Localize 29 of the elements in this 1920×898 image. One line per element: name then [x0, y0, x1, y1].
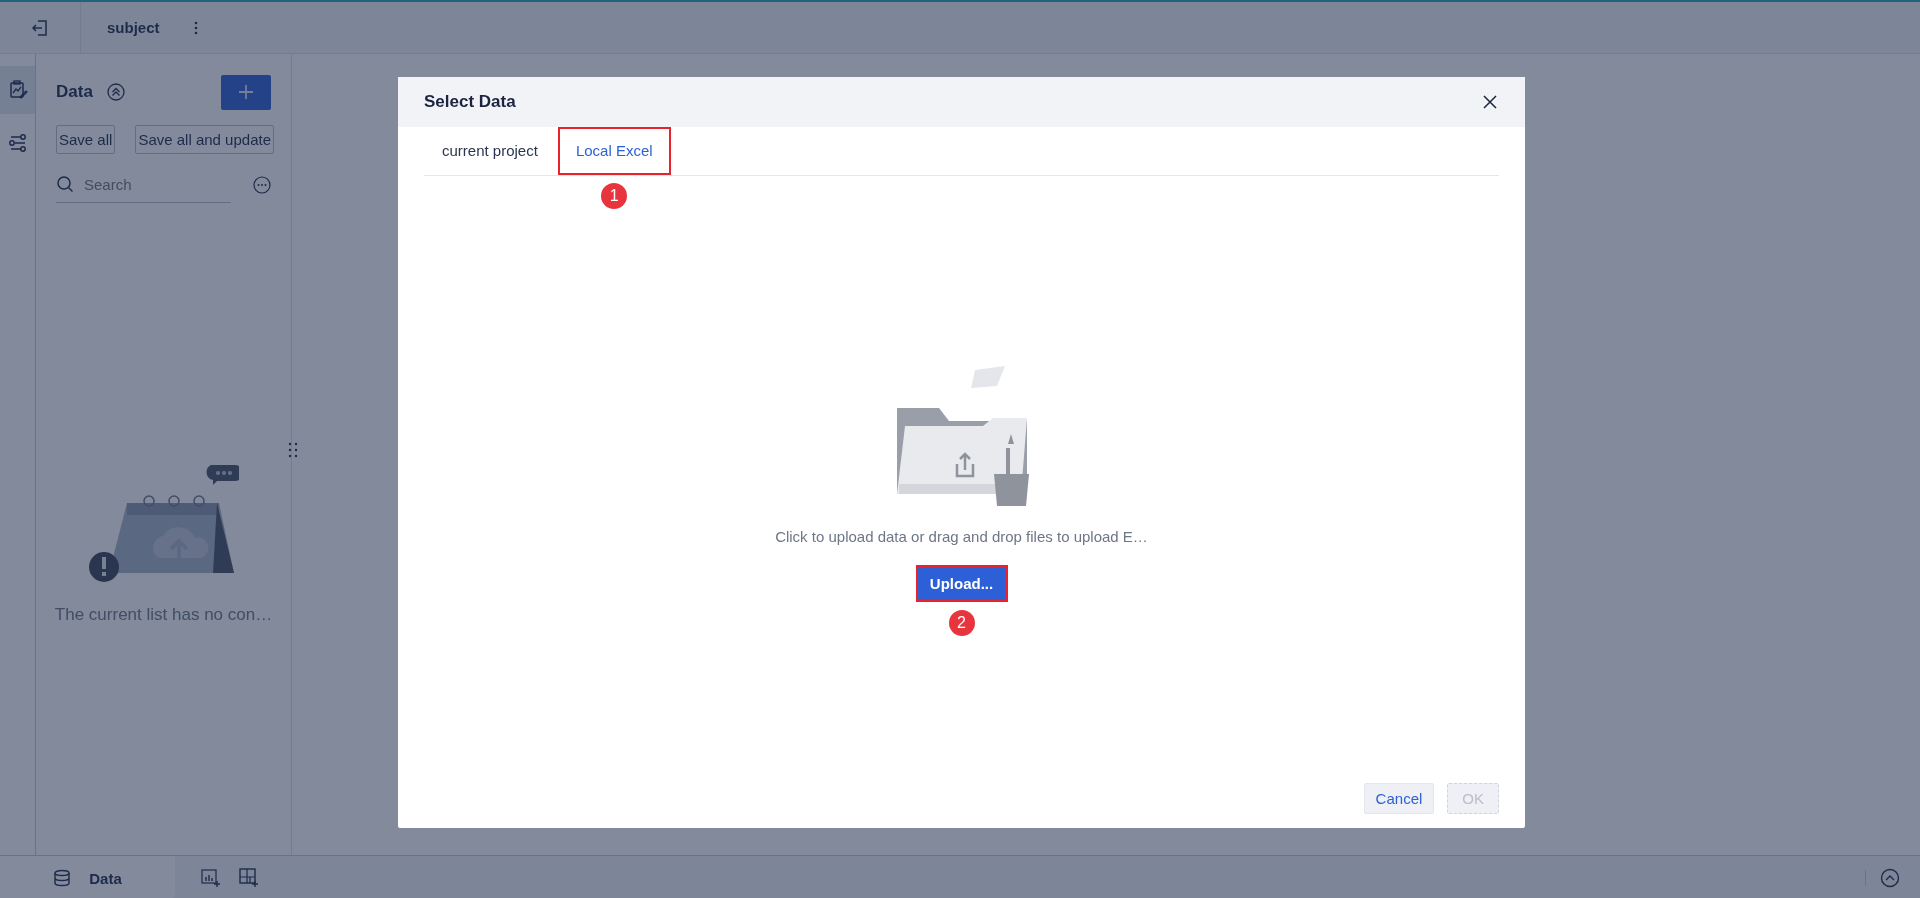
- exit-icon[interactable]: [31, 18, 49, 37]
- data-tab[interactable]: Data: [0, 856, 175, 898]
- dialog-title: Select Data: [424, 92, 516, 112]
- database-icon: [53, 869, 72, 887]
- save-button[interactable]: Save all and update: [135, 125, 274, 154]
- step-number: 2: [948, 610, 975, 636]
- report-tab[interactable]: [0, 66, 35, 114]
- upload-hint: Click to upload data or drag and drop files to upload E…: [775, 528, 1148, 545]
- source-tab[interactable]: current project: [424, 127, 556, 175]
- save-button[interactable]: Save all: [56, 125, 116, 154]
- filter-icon: [6, 131, 29, 153]
- step-number: 1: [601, 183, 628, 209]
- panel-title: Data: [56, 82, 93, 102]
- project-title: subject: [107, 19, 160, 36]
- add-button[interactable]: [221, 74, 271, 110]
- search-field[interactable]: Search: [82, 174, 216, 194]
- add-chart-icon[interactable]: [201, 868, 221, 888]
- expand-up-icon[interactable]: [1880, 868, 1900, 888]
- close-button[interactable]: [1481, 93, 1499, 111]
- search-icon[interactable]: [56, 175, 74, 193]
- upload-button[interactable]: Upload...: [915, 565, 1008, 602]
- add-layout-icon[interactable]: [239, 868, 259, 888]
- plus-icon: [238, 84, 254, 100]
- cancel-button[interactable]: Cancel: [1363, 783, 1435, 814]
- source-tab[interactable]: Local Excel: [557, 127, 671, 175]
- collapse-icon[interactable]: [106, 83, 125, 101]
- more-icon[interactable]: [253, 175, 271, 194]
- more-icon[interactable]: [193, 20, 198, 35]
- empty-message: The current list has no con…: [54, 605, 273, 625]
